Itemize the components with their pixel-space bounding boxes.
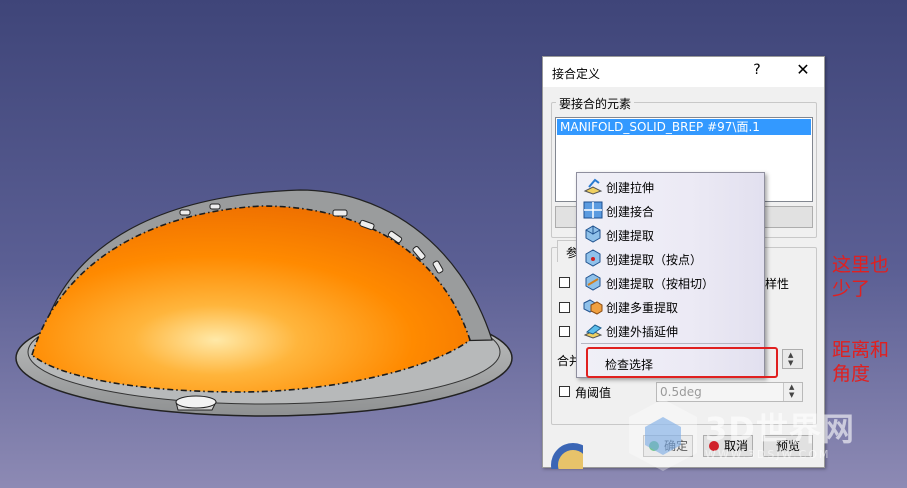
angle-threshold-label: 角阈值 (575, 386, 612, 400)
checkbox-1-label: 样性 (765, 277, 790, 291)
extract-point-icon (585, 249, 601, 267)
watermark-url: WWW.3DSJW.COM (705, 448, 831, 461)
angle-threshold-spinner[interactable]: ▲ ▼ (783, 383, 802, 401)
menu-item-create-extract-tangent[interactable]: 创建提取（按相切） (580, 270, 761, 294)
multi-extract-icon (583, 299, 603, 315)
checkbox-1[interactable] (559, 277, 570, 288)
watermark-text: 3D世界网 (705, 410, 855, 448)
menu-item-create-extract[interactable]: 创建提取 (580, 222, 761, 246)
close-button[interactable]: ✕ (793, 60, 813, 79)
list-item[interactable]: MANIFOLD_SOLID_BREP #97\面.1 (557, 119, 811, 135)
annotation-note-2-line2: 角度 (832, 363, 871, 385)
dialog-title: 接合定义 (552, 67, 601, 81)
extrude-icon (583, 178, 603, 195)
spin-up-icon[interactable]: ▲ (789, 384, 794, 391)
menu-item-create-extrude[interactable]: 创建拉伸 (580, 174, 761, 198)
spin-down-icon[interactable]: ▼ (788, 360, 793, 367)
angle-threshold-checkbox[interactable] (559, 386, 570, 397)
catia-logo-icon (551, 443, 583, 469)
checkbox-3[interactable] (559, 326, 570, 337)
extract-icon (585, 225, 601, 243)
annotation-note-1-line2: 少了 (832, 278, 871, 300)
watermark-logo-icon (629, 399, 697, 471)
menu-item-create-join[interactable]: 创建接合 (580, 198, 761, 222)
menu-separator (581, 343, 760, 344)
spin-down-icon[interactable]: ▼ (789, 392, 794, 399)
extrapolate-icon (583, 324, 603, 339)
annotation-note-1-line1: 这里也 (832, 254, 890, 276)
annotation-note-1: 这里也 少了 (832, 253, 889, 301)
elements-group-label: 要接合的元素 (556, 95, 635, 112)
spin-up-icon[interactable]: ▲ (788, 352, 793, 359)
menu-item-create-multi-extract[interactable]: 创建多重提取 (580, 294, 761, 318)
dialog-title-bar[interactable]: 接合定义 ? ✕ (543, 57, 824, 87)
annotation-highlight-box (586, 347, 778, 378)
help-button[interactable]: ? (749, 62, 765, 78)
join-icon (583, 201, 603, 219)
annotation-note-2-line1: 距离和 (832, 339, 890, 361)
checkbox-2[interactable] (559, 302, 570, 313)
menu-item-create-extrapolate[interactable]: 创建外插延伸 (580, 318, 761, 342)
dome-model[interactable] (15, 189, 513, 417)
annotation-note-2: 距离和 角度 (832, 338, 889, 386)
merge-distance-spinner[interactable]: ▲ ▼ (782, 349, 803, 369)
menu-item-create-extract-point[interactable]: 创建提取（按点） (580, 246, 761, 270)
extract-tangent-icon (585, 273, 601, 291)
